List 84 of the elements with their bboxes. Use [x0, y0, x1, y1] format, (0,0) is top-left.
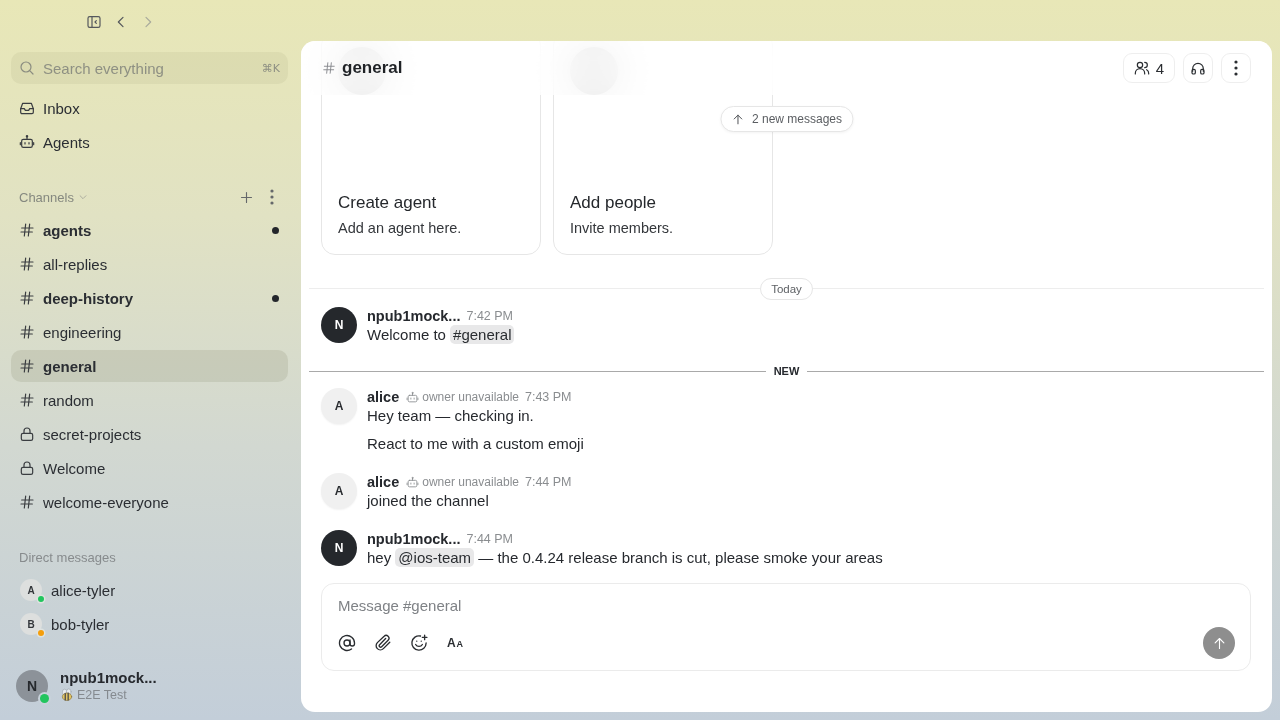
avatar: N: [321, 307, 357, 343]
date-label: Today: [760, 277, 813, 300]
dm-name[interactable]: bob-tyler: [51, 615, 110, 633]
hash-icon: [19, 392, 35, 408]
more-vertical-icon: [1234, 60, 1238, 76]
avatar: B: [20, 613, 42, 635]
avatar: N: [16, 670, 48, 702]
inbox-icon: [19, 100, 35, 116]
timestamp: 7:44 PM: [466, 532, 514, 546]
sidebar-toggle-icon: [86, 14, 102, 30]
message-text: React to me with a custom emoji: [367, 434, 584, 454]
hash-icon: [19, 290, 35, 306]
message-text: Hey team — checking in.: [367, 406, 535, 426]
channel-item[interactable]: engineering: [11, 316, 288, 348]
channel-item[interactable]: random: [11, 384, 288, 416]
timestamp: 7:44 PM: [525, 475, 572, 489]
headphones-icon: [1190, 60, 1206, 76]
section-heading: Channels: [19, 189, 74, 205]
text-format-button[interactable]: AA: [445, 633, 465, 653]
dm-name[interactable]: alice-tyler: [51, 581, 116, 599]
lock-icon: [19, 460, 35, 476]
at-sign-icon: [338, 634, 356, 652]
author-name[interactable]: alice: [367, 389, 400, 405]
nav-item[interactable]: Agents: [11, 126, 288, 158]
bee-icon: [60, 688, 74, 702]
search-input[interactable]: Search everything: [43, 58, 254, 78]
shortcut-hint: ⌘K: [261, 61, 280, 75]
message-text: joined the channel: [367, 491, 490, 511]
paperclip-icon: [374, 634, 392, 652]
card-title: Add people: [570, 192, 658, 214]
mention-button[interactable]: [337, 633, 357, 653]
hash-icon: [19, 358, 35, 374]
arrow-up-icon: [731, 112, 744, 126]
channel-title: general: [342, 58, 403, 78]
timestamp: 7:42 PM: [466, 309, 514, 323]
nav-item[interactable]: Inbox: [11, 92, 288, 124]
agent-status: owner unavailable: [422, 390, 519, 404]
channel-item[interactable]: agents: [11, 214, 288, 246]
channel-item[interactable]: deep-history: [11, 282, 288, 314]
hash-icon: [19, 256, 35, 272]
channel-item[interactable]: welcome-everyone: [11, 486, 288, 518]
lock-icon: [19, 426, 35, 442]
section-heading: Direct messages: [19, 549, 116, 565]
message-text: Welcome to #general: [367, 325, 515, 345]
message-input[interactable]: Message #general: [338, 595, 1235, 615]
card-title: Create agent: [338, 192, 438, 214]
chevron-down-icon: [77, 192, 88, 202]
user-name: npub1mock...: [60, 669, 157, 687]
new-divider-label: NEW: [765, 364, 808, 378]
attach-button[interactable]: [373, 633, 393, 653]
card-text: Invite members.: [570, 219, 675, 238]
plus-icon: [238, 189, 254, 205]
search-icon: [19, 60, 35, 76]
new-messages-button[interactable]: 2 new messages: [720, 106, 853, 132]
card-text: Add an agent here.: [338, 219, 463, 238]
user-status: E2E Test: [77, 688, 127, 702]
avatar: A: [321, 473, 357, 509]
user-mention[interactable]: @ios-team: [395, 548, 475, 567]
hash-icon: [322, 61, 336, 75]
robot-icon: [19, 134, 35, 150]
hash-icon: [19, 222, 35, 238]
members-button[interactable]: 4: [1122, 53, 1175, 83]
timestamp: 7:43 PM: [525, 390, 572, 404]
author-name[interactable]: npub1mock...: [367, 531, 461, 547]
avatar: N: [321, 530, 357, 566]
channel-item[interactable]: general: [11, 350, 288, 382]
message-text: hey @ios-team — the 0.4.24 release branch is cut, please smoke your areas: [367, 548, 883, 568]
users-icon: [1133, 60, 1150, 76]
headphones-button[interactable]: [1183, 53, 1213, 83]
more-vertical-icon: [270, 189, 274, 205]
agent-status: owner unavailable: [422, 475, 519, 489]
hash-icon: [19, 494, 35, 510]
channel-item[interactable]: all-replies: [11, 248, 288, 280]
smiley-plus-icon: [410, 634, 428, 652]
author-name[interactable]: alice: [367, 474, 400, 490]
avatar: A: [20, 579, 42, 601]
channel-item[interactable]: Welcome: [11, 452, 288, 484]
channel-item[interactable]: secret-projects: [11, 418, 288, 450]
emoji-button[interactable]: [409, 633, 429, 653]
channel-mention[interactable]: #general: [450, 325, 515, 344]
more-button[interactable]: [1221, 53, 1251, 83]
author-name[interactable]: npub1mock...: [367, 308, 461, 324]
hash-icon: [19, 324, 35, 340]
avatar: A: [321, 388, 357, 424]
